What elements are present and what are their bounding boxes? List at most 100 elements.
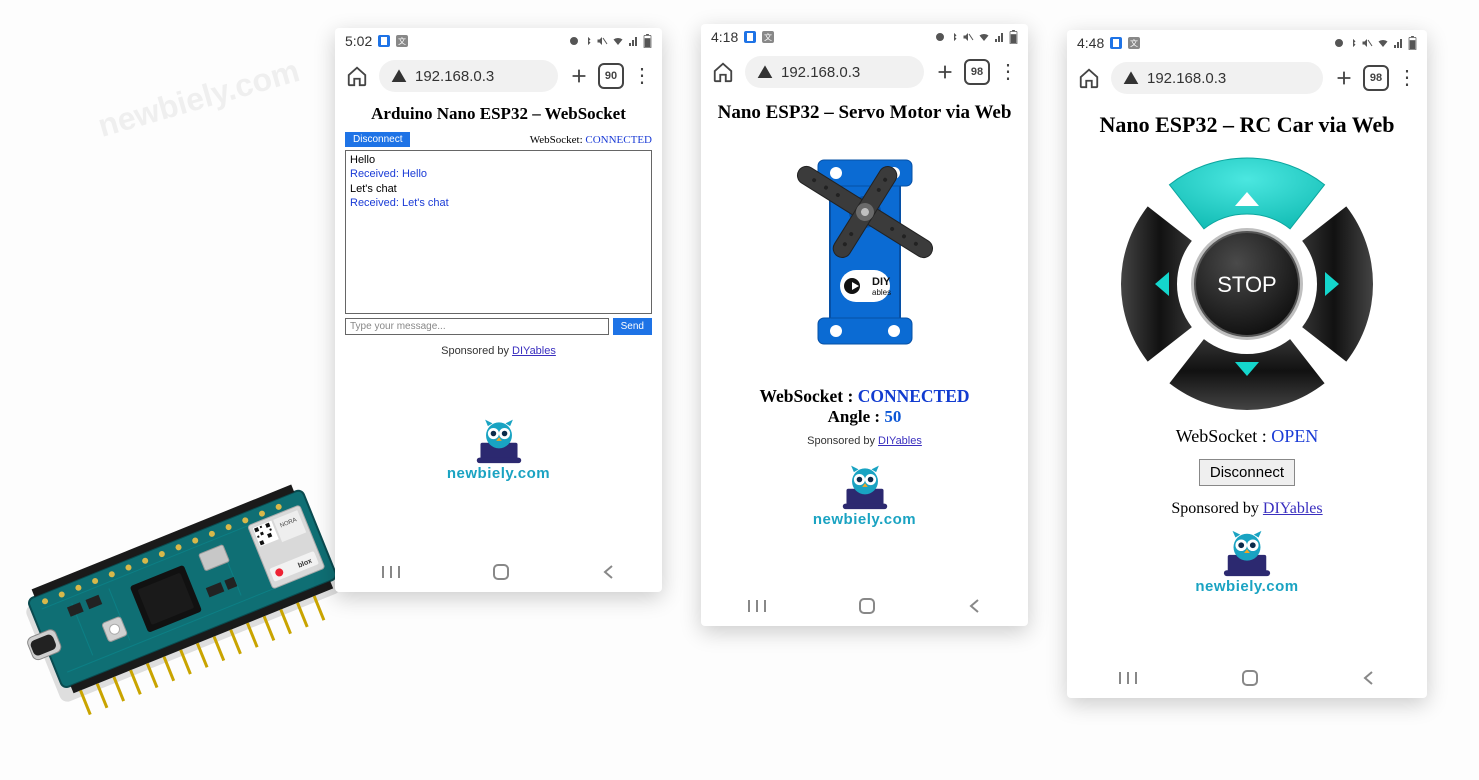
battery-icon: [1009, 30, 1018, 44]
wifi-icon: [1376, 37, 1390, 49]
new-tab-plus-icon[interactable]: [1333, 67, 1355, 89]
status-time: 4:18: [711, 29, 738, 45]
sponsor-link[interactable]: DIYables: [1263, 500, 1323, 517]
browser-menu-button[interactable]: ⋮: [1397, 68, 1417, 88]
stop-button-label: STOP: [1217, 272, 1277, 297]
servo-angle-value: 50: [884, 407, 901, 426]
android-status-bar: 5:02 文: [335, 28, 662, 54]
nav-home-button[interactable]: [491, 562, 511, 582]
browser-address-bar: 192.168.0.3 90 ⋮: [335, 54, 662, 98]
dpad-up-button[interactable]: [1169, 158, 1324, 229]
newbiely-logo-text: newbiely.com: [447, 465, 550, 482]
app-icon: [378, 35, 390, 47]
tab-count-button[interactable]: 90: [598, 63, 624, 89]
sponsor-line: Sponsored by DIYables: [701, 435, 1028, 447]
newbiely-logo: newbiely.com: [335, 415, 662, 482]
bluetooth-icon: [583, 35, 593, 47]
arduino-nano-esp32-board: NORA blox: [10, 420, 360, 740]
chat-line-received: Received: Let's chat: [350, 196, 647, 210]
battery-icon: [643, 34, 652, 48]
websocket-status-label: WebSocket: CONNECTED: [530, 134, 652, 146]
android-status-bar: 4:18 文: [701, 24, 1028, 50]
tab-count-button[interactable]: 98: [1363, 65, 1389, 91]
chat-line-sent: Let's chat: [350, 182, 647, 196]
home-button[interactable]: [1077, 66, 1101, 90]
browser-address-bar: 192.168.0.3 98 ⋮: [1067, 56, 1427, 100]
sponsor-link[interactable]: DIYables: [512, 345, 556, 357]
newbiely-logo-text: newbiely.com: [813, 511, 916, 528]
home-button[interactable]: [345, 64, 369, 88]
dpad-right-button[interactable]: [1302, 206, 1373, 361]
send-button[interactable]: Send: [613, 318, 652, 335]
volume-mute-icon: [596, 35, 608, 47]
nav-recents-button[interactable]: [1117, 670, 1139, 686]
direction-pad: STOP: [1067, 154, 1427, 414]
disconnect-button[interactable]: Disconnect: [345, 132, 410, 147]
browser-address-bar: 192.168.0.3 98 ⋮: [701, 50, 1028, 94]
url-text: 192.168.0.3: [1147, 70, 1226, 87]
url-field[interactable]: 192.168.0.3: [745, 56, 924, 88]
svg-text:文: 文: [764, 32, 772, 42]
websocket-status: WebSocket : CONNECTED: [701, 386, 1028, 407]
watermark: newbiely.com: [94, 52, 304, 145]
insecure-warning-icon: [391, 68, 407, 84]
stop-button[interactable]: STOP: [1191, 228, 1303, 340]
nav-home-button[interactable]: [1240, 668, 1260, 688]
nav-back-button[interactable]: [967, 598, 983, 614]
page-title: Arduino Nano ESP32 – WebSocket: [335, 104, 662, 124]
bluetooth-icon: [949, 31, 959, 43]
phone-servo-motor: 4:18 文 192.168.0.3 98 ⋮ Nano ESP32 – Ser…: [701, 24, 1028, 626]
phone-websocket-chat: 5:02 文 192.168.0.3 90 ⋮ Arduino Nano: [335, 28, 662, 592]
nav-recents-button[interactable]: [746, 598, 768, 614]
new-tab-plus-icon[interactable]: [934, 61, 956, 83]
wifi-icon: [611, 35, 625, 47]
browser-menu-button[interactable]: ⋮: [632, 66, 652, 86]
dpad-left-button[interactable]: [1121, 206, 1192, 361]
android-status-bar: 4:48 文: [1067, 30, 1427, 56]
sponsor-link[interactable]: DIYables: [878, 435, 922, 447]
sponsor-line: Sponsored by DIYables: [1067, 500, 1427, 518]
dpad-down-button[interactable]: [1169, 339, 1324, 410]
bluetooth-icon: [1348, 37, 1358, 49]
newbiely-logo: newbiely.com: [1067, 526, 1427, 595]
url-text: 192.168.0.3: [415, 68, 494, 85]
websocket-status-value: OPEN: [1271, 426, 1318, 446]
nav-back-button[interactable]: [1361, 670, 1377, 686]
servo-motor-illustration[interactable]: DIY ables: [701, 142, 1028, 362]
url-field[interactable]: 192.168.0.3: [379, 60, 558, 92]
page-title: Nano ESP32 – Servo Motor via Web: [701, 102, 1028, 124]
disconnect-button[interactable]: Disconnect: [1199, 459, 1295, 486]
chat-line-received: Received: Hello: [350, 167, 647, 181]
translate-icon: 文: [1128, 37, 1140, 49]
websocket-status-value: CONNECTED: [858, 386, 970, 406]
newbiely-logo-text: newbiely.com: [1195, 578, 1298, 595]
browser-menu-button[interactable]: ⋮: [998, 62, 1018, 82]
insecure-warning-icon: [1123, 70, 1139, 86]
svg-text:文: 文: [398, 36, 406, 46]
signal-icon: [994, 31, 1006, 43]
home-button[interactable]: [711, 60, 735, 84]
tab-count-button[interactable]: 98: [964, 59, 990, 85]
servo-angle: Angle : 50: [701, 407, 1028, 427]
nav-recents-button[interactable]: [380, 564, 402, 580]
message-input[interactable]: Type your message...: [345, 318, 609, 335]
newbiely-logo: newbiely.com: [701, 461, 1028, 528]
volume-mute-icon: [1361, 37, 1373, 49]
status-time: 5:02: [345, 33, 372, 49]
app-icon: [744, 31, 756, 43]
chat-log: Hello Received: Hello Let's chat Receive…: [345, 150, 652, 314]
url-text: 192.168.0.3: [781, 64, 860, 81]
nav-back-button[interactable]: [601, 564, 617, 580]
sponsor-line: Sponsored by DIYables: [335, 345, 662, 357]
battery-icon: [1408, 36, 1417, 50]
websocket-status: WebSocket : OPEN: [1067, 426, 1427, 447]
page-title: Nano ESP32 – RC Car via Web: [1067, 112, 1427, 138]
phone-rc-car: 4:48 文 192.168.0.3 98 ⋮ Nano ESP32 – RC …: [1067, 30, 1427, 698]
nav-home-button[interactable]: [857, 596, 877, 616]
android-nav-bar: [701, 586, 1028, 626]
url-field[interactable]: 192.168.0.3: [1111, 62, 1323, 94]
insecure-warning-icon: [757, 64, 773, 80]
new-tab-plus-icon[interactable]: [568, 65, 590, 87]
alarm-icon: [1333, 37, 1345, 49]
android-nav-bar: [1067, 658, 1427, 698]
